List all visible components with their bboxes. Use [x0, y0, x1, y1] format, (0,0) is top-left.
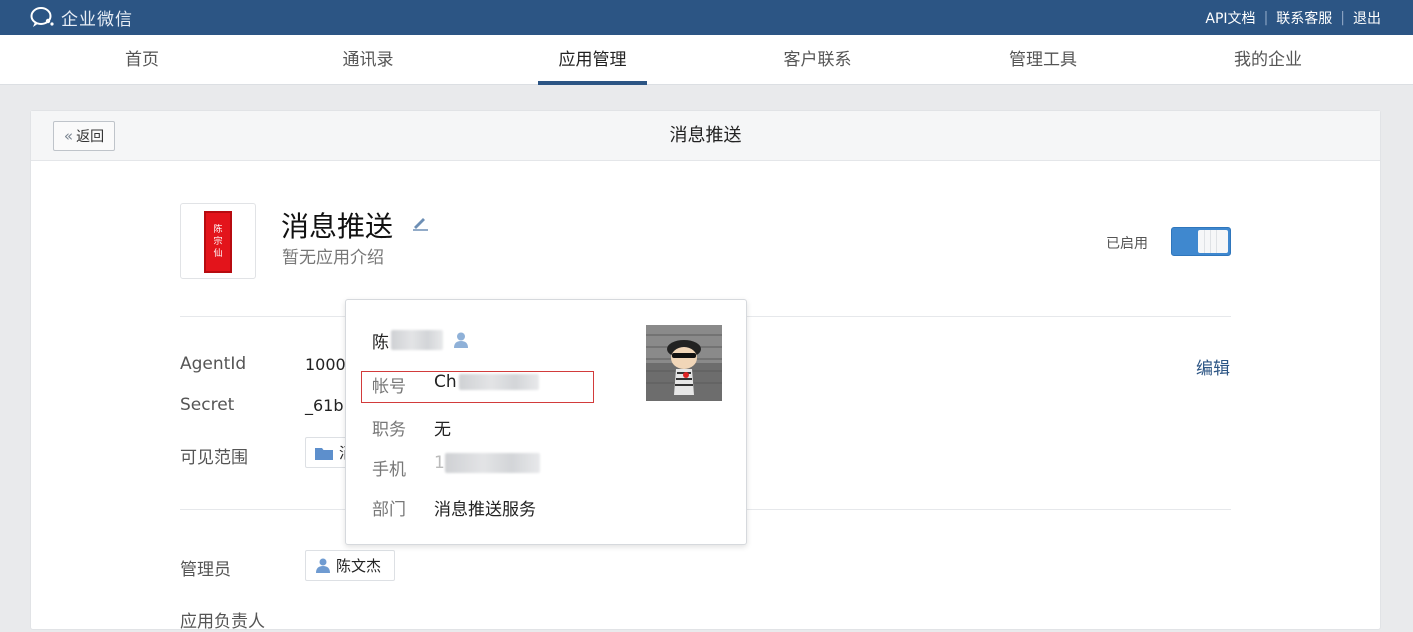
enable-toggle[interactable]: [1171, 227, 1231, 256]
app-name: 消息推送: [281, 210, 394, 243]
back-button-label: 返回: [76, 129, 105, 145]
seal-logo-image: 陈宗仙: [204, 211, 232, 273]
app-owner-label: 应用负责人: [180, 612, 265, 632]
wecom-logo-icon: [30, 6, 56, 28]
secret-label: Secret: [180, 395, 235, 415]
phone-label: 手机: [372, 460, 406, 480]
app-logo[interactable]: 陈宗仙: [180, 203, 256, 279]
folder-icon: [315, 446, 333, 460]
position-label: 职务: [372, 420, 406, 440]
agentid-value: 1000: [305, 355, 346, 374]
admin-tag[interactable]: 陈文杰: [305, 550, 395, 581]
card-header: 消息推送 « 返回: [31, 111, 1380, 161]
top-bar: 企业微信 API文档 | 联系客服 | 退出: [0, 0, 1413, 35]
user-profile-popup: 陈 帐号 Ch 职务 无 手机 1 部门 消息推送服务: [345, 299, 747, 545]
logout-link[interactable]: 退出: [1353, 8, 1381, 28]
status-label: 已启用: [1106, 236, 1148, 252]
department-label: 部门: [372, 500, 406, 520]
admin-label: 管理员: [180, 560, 231, 580]
pencil-edit-icon[interactable]: [411, 213, 429, 231]
api-docs-link[interactable]: API文档: [1205, 8, 1255, 28]
highlight-box: [361, 371, 594, 403]
separator: |: [1340, 9, 1345, 26]
user-avatar: [646, 325, 722, 401]
page-title: 消息推送: [669, 125, 742, 146]
top-links: API文档 | 联系客服 | 退出: [1205, 0, 1381, 35]
toggle-knob[interactable]: [1198, 230, 1228, 253]
phone-value: 1: [434, 453, 540, 473]
popup-user-name: 陈: [372, 332, 389, 353]
redacted-phone: [444, 453, 540, 473]
contact-support-link[interactable]: 联系客服: [1276, 8, 1332, 28]
back-button[interactable]: « 返回: [53, 121, 115, 151]
nav-item-home[interactable]: 首页: [106, 35, 178, 85]
secret-value: _61bi: [305, 396, 348, 415]
nav-item-my-enterprise[interactable]: 我的企业: [1213, 35, 1323, 85]
redacted-name: [391, 330, 443, 350]
phone-value-text: 1: [434, 453, 445, 473]
brand[interactable]: 企业微信: [30, 4, 133, 30]
agentid-label: AgentId: [180, 354, 247, 374]
brand-name: 企业微信: [61, 9, 133, 30]
nav-item-management-tools[interactable]: 管理工具: [988, 35, 1098, 85]
nav-item-customer-contact[interactable]: 客户联系: [762, 35, 873, 85]
edit-link[interactable]: 编辑: [1196, 354, 1230, 379]
person-icon: [316, 558, 330, 573]
nav-item-contacts[interactable]: 通讯录: [324, 35, 412, 85]
popup-name-row: 陈: [372, 328, 469, 353]
double-chevron-left-icon: «: [63, 127, 74, 145]
visibility-scope-label: 可见范围: [180, 448, 248, 468]
separator: |: [1263, 9, 1269, 26]
app-description: 暂无应用介绍: [282, 248, 384, 268]
nav-item-app-management[interactable]: 应用管理: [538, 35, 647, 85]
person-icon: [453, 332, 469, 348]
admin-name: 陈文杰: [336, 557, 382, 575]
position-value: 无: [434, 420, 451, 440]
department-value: 消息推送服务: [434, 500, 536, 520]
main-nav: 首页 通讯录 应用管理 客户联系 管理工具 我的企业: [0, 35, 1413, 85]
